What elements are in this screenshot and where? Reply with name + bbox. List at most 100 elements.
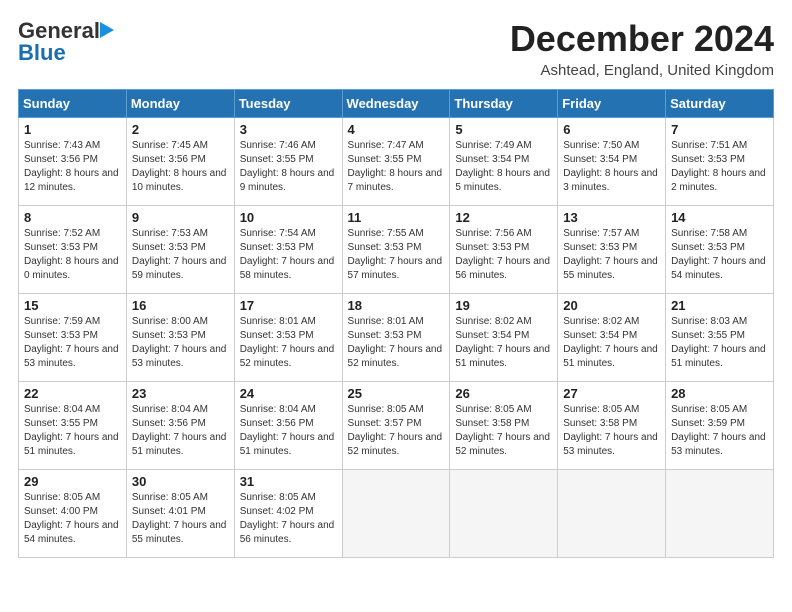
- day-info: Sunrise: 7:43 AMSunset: 3:56 PMDaylight:…: [24, 139, 121, 195]
- calendar-cell: 27 Sunrise: 8:05 AMSunset: 3:58 PMDayligh…: [558, 382, 666, 470]
- title-area: December 2024 Ashtead, England, United K…: [510, 18, 774, 79]
- day-number: 29: [24, 474, 121, 489]
- calendar-cell: 4Sunrise: 7:47 AMSunset: 3:55 PMDaylight…: [342, 118, 450, 206]
- calendar-cell: 17Sunrise: 8:01 AMSunset: 3:53 PMDayligh…: [234, 294, 342, 382]
- calendar-header-row: Sunday Monday Tuesday Wednesday Thursday…: [19, 90, 774, 118]
- day-number: 20: [563, 298, 660, 313]
- day-info: Sunrise: 7:46 AMSunset: 3:55 PMDaylight:…: [240, 139, 337, 195]
- calendar-week-row: 8Sunrise: 7:52 AMSunset: 3:53 PMDaylight…: [19, 206, 774, 294]
- day-info: Sunrise: 7:50 AMSunset: 3:54 PMDaylight:…: [563, 139, 660, 195]
- calendar-cell: [342, 470, 450, 558]
- day-number: 3: [240, 122, 337, 137]
- day-number: 25: [348, 386, 445, 401]
- calendar-cell: 23 Sunrise: 8:04 AMSunset: 3:56 PMDayligh…: [126, 382, 234, 470]
- day-number: 10: [240, 210, 337, 225]
- day-info: Sunrise: 8:05 AMSunset: 3:58 PMDaylight:…: [455, 403, 552, 459]
- logo-arrow-icon: [100, 22, 114, 38]
- logo-blue: Blue: [18, 40, 66, 66]
- col-sunday: Sunday: [19, 90, 127, 118]
- day-info: Sunrise: 7:59 AMSunset: 3:53 PMDaylight:…: [24, 315, 121, 371]
- calendar-week-row: 22 Sunrise: 8:04 AMSunset: 3:55 PMDayligh…: [19, 382, 774, 470]
- day-info: Sunrise: 8:05 AMSunset: 3:59 PMDaylight:…: [671, 403, 768, 459]
- calendar-cell: 22 Sunrise: 8:04 AMSunset: 3:55 PMDayligh…: [19, 382, 127, 470]
- calendar-cell: [666, 470, 774, 558]
- day-info: Sunrise: 7:51 AMSunset: 3:53 PMDaylight:…: [671, 139, 768, 195]
- calendar-cell: 19 Sunrise: 8:02 AMSunset: 3:54 PMDayligh…: [450, 294, 558, 382]
- day-info: Sunrise: 7:55 AMSunset: 3:53 PMDaylight:…: [348, 227, 445, 283]
- day-number: 18: [348, 298, 445, 313]
- calendar-cell: 11 Sunrise: 7:55 AMSunset: 3:53 PMDayligh…: [342, 206, 450, 294]
- calendar-cell: 30 Sunrise: 8:05 AMSunset: 4:01 PMDayligh…: [126, 470, 234, 558]
- header: General Blue December 2024 Ashtead, Engl…: [18, 18, 774, 79]
- day-info: Sunrise: 7:45 AMSunset: 3:56 PMDaylight:…: [132, 139, 229, 195]
- calendar-cell: 3 Sunrise: 7:46 AMSunset: 3:55 PMDaylight…: [234, 118, 342, 206]
- calendar-cell: 31Sunrise: 8:05 AMSunset: 4:02 PMDayligh…: [234, 470, 342, 558]
- day-info: Sunrise: 8:04 AMSunset: 3:55 PMDaylight:…: [24, 403, 121, 459]
- day-info: Sunrise: 8:04 AMSunset: 3:56 PMDaylight:…: [240, 403, 337, 459]
- day-number: 15: [24, 298, 121, 313]
- calendar-cell: 7Sunrise: 7:51 AMSunset: 3:53 PMDaylight…: [666, 118, 774, 206]
- day-info: Sunrise: 8:05 AMSunset: 4:01 PMDaylight:…: [132, 491, 229, 547]
- day-number: 28: [671, 386, 768, 401]
- calendar-cell: 18Sunrise: 8:01 AMSunset: 3:53 PMDayligh…: [342, 294, 450, 382]
- day-info: Sunrise: 7:53 AMSunset: 3:53 PMDaylight:…: [132, 227, 229, 283]
- day-number: 11: [348, 210, 445, 225]
- day-number: 14: [671, 210, 768, 225]
- day-number: 9: [132, 210, 229, 225]
- day-info: Sunrise: 8:02 AMSunset: 3:54 PMDaylight:…: [563, 315, 660, 371]
- calendar-cell: [450, 470, 558, 558]
- calendar-cell: 26 Sunrise: 8:05 AMSunset: 3:58 PMDayligh…: [450, 382, 558, 470]
- month-title: December 2024: [510, 18, 774, 60]
- day-info: Sunrise: 7:47 AMSunset: 3:55 PMDaylight:…: [348, 139, 445, 195]
- calendar-cell: 28 Sunrise: 8:05 AMSunset: 3:59 PMDayligh…: [666, 382, 774, 470]
- day-info: Sunrise: 8:02 AMSunset: 3:54 PMDaylight:…: [455, 315, 552, 371]
- day-number: 13: [563, 210, 660, 225]
- calendar-cell: [558, 470, 666, 558]
- location-subtitle: Ashtead, England, United Kingdom: [510, 62, 774, 79]
- day-info: Sunrise: 8:05 AMSunset: 3:58 PMDaylight:…: [563, 403, 660, 459]
- day-info: Sunrise: 7:57 AMSunset: 3:53 PMDaylight:…: [563, 227, 660, 283]
- day-number: 23: [132, 386, 229, 401]
- calendar-cell: 16Sunrise: 8:00 AMSunset: 3:53 PMDayligh…: [126, 294, 234, 382]
- day-number: 21: [671, 298, 768, 313]
- calendar-table: Sunday Monday Tuesday Wednesday Thursday…: [18, 89, 774, 558]
- calendar-cell: 21 Sunrise: 8:03 AMSunset: 3:55 PMDayligh…: [666, 294, 774, 382]
- day-number: 1: [24, 122, 121, 137]
- logo: General Blue: [18, 18, 114, 66]
- calendar-cell: 29Sunrise: 8:05 AMSunset: 4:00 PMDayligh…: [19, 470, 127, 558]
- day-info: Sunrise: 8:01 AMSunset: 3:53 PMDaylight:…: [240, 315, 337, 371]
- calendar-cell: 13 Sunrise: 7:57 AMSunset: 3:53 PMDayligh…: [558, 206, 666, 294]
- col-friday: Friday: [558, 90, 666, 118]
- day-number: 24: [240, 386, 337, 401]
- col-wednesday: Wednesday: [342, 90, 450, 118]
- col-monday: Monday: [126, 90, 234, 118]
- day-number: 19: [455, 298, 552, 313]
- calendar-cell: 10 Sunrise: 7:54 AMSunset: 3:53 PMDayligh…: [234, 206, 342, 294]
- calendar-cell: 1 Sunrise: 7:43 AMSunset: 3:56 PMDaylight…: [19, 118, 127, 206]
- day-number: 27: [563, 386, 660, 401]
- calendar-cell: 25 Sunrise: 8:05 AMSunset: 3:57 PMDayligh…: [342, 382, 450, 470]
- day-number: 30: [132, 474, 229, 489]
- calendar-week-row: 1 Sunrise: 7:43 AMSunset: 3:56 PMDaylight…: [19, 118, 774, 206]
- col-saturday: Saturday: [666, 90, 774, 118]
- day-info: Sunrise: 7:52 AMSunset: 3:53 PMDaylight:…: [24, 227, 121, 283]
- day-info: Sunrise: 8:05 AMSunset: 3:57 PMDaylight:…: [348, 403, 445, 459]
- calendar-cell: 24 Sunrise: 8:04 AMSunset: 3:56 PMDayligh…: [234, 382, 342, 470]
- calendar-week-row: 15 Sunrise: 7:59 AMSunset: 3:53 PMDayligh…: [19, 294, 774, 382]
- day-info: Sunrise: 8:00 AMSunset: 3:53 PMDaylight:…: [132, 315, 229, 371]
- day-info: Sunrise: 7:56 AMSunset: 3:53 PMDaylight:…: [455, 227, 552, 283]
- calendar-week-row: 29Sunrise: 8:05 AMSunset: 4:00 PMDayligh…: [19, 470, 774, 558]
- col-tuesday: Tuesday: [234, 90, 342, 118]
- day-number: 26: [455, 386, 552, 401]
- day-info: Sunrise: 8:03 AMSunset: 3:55 PMDaylight:…: [671, 315, 768, 371]
- calendar-cell: 6 Sunrise: 7:50 AMSunset: 3:54 PMDaylight…: [558, 118, 666, 206]
- col-thursday: Thursday: [450, 90, 558, 118]
- calendar-page: General Blue December 2024 Ashtead, Engl…: [0, 0, 792, 612]
- day-number: 12: [455, 210, 552, 225]
- calendar-cell: 20 Sunrise: 8:02 AMSunset: 3:54 PMDayligh…: [558, 294, 666, 382]
- calendar-cell: 14Sunrise: 7:58 AMSunset: 3:53 PMDayligh…: [666, 206, 774, 294]
- day-number: 6: [563, 122, 660, 137]
- day-number: 22: [24, 386, 121, 401]
- day-info: Sunrise: 7:54 AMSunset: 3:53 PMDaylight:…: [240, 227, 337, 283]
- day-info: Sunrise: 8:04 AMSunset: 3:56 PMDaylight:…: [132, 403, 229, 459]
